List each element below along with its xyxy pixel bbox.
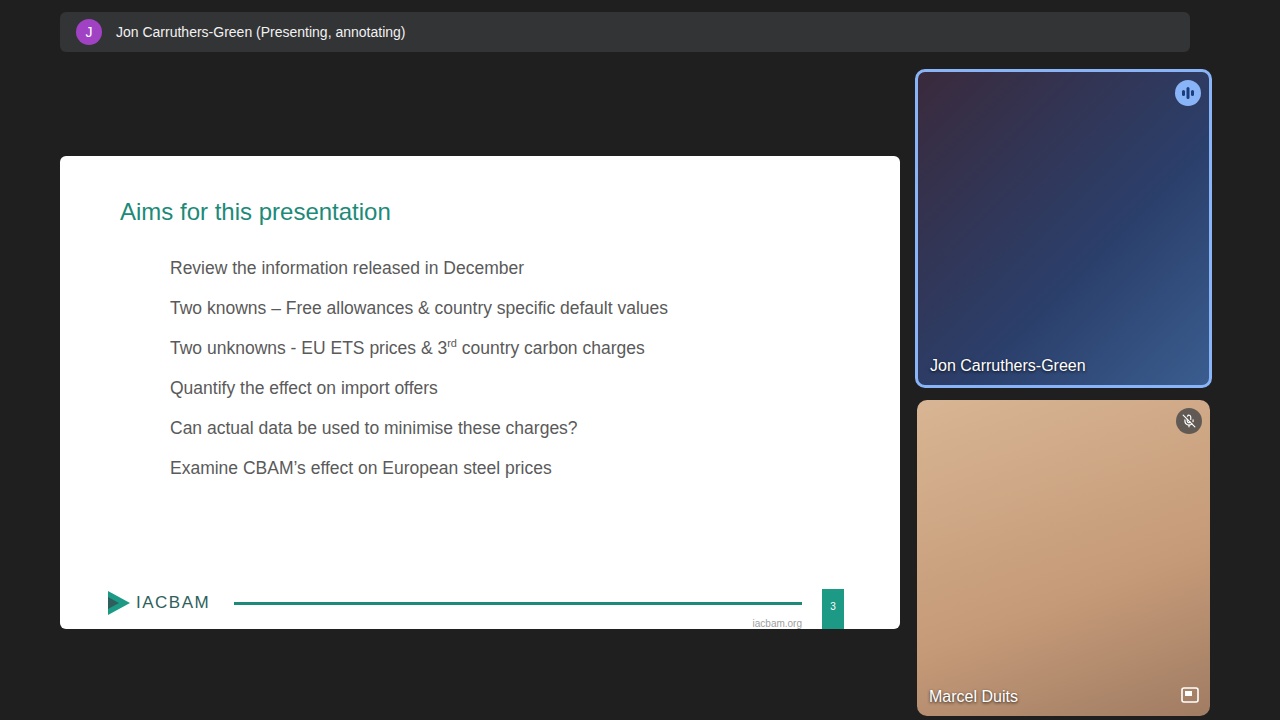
meeting-window: J Jon Carruthers-Green (Presenting, annot… [0,0,1280,720]
logo-text: IACBAM [136,593,210,613]
presenter-label: Jon Carruthers-Green (Presenting, annota… [116,24,405,40]
bullet-item: Two knowns – Free allowances & country s… [170,288,900,328]
presentation-area: Aims for this presentation Review the inf… [60,69,900,716]
participant-tiles: Jon Carruthers-Green Marcel Duits [915,69,1212,716]
bullet-item: Review the information released in Decem… [170,248,900,288]
bullet-item: Examine CBAM’s effect on European steel … [170,448,900,488]
slide-title: Aims for this presentation [120,198,900,226]
participant-tile[interactable]: Jon Carruthers-Green [915,69,1212,388]
presenter-bar: J Jon Carruthers-Green (Presenting, annot… [60,12,1190,52]
mic-off-icon [1176,408,1202,434]
participant-name: Jon Carruthers-Green [930,357,1086,375]
presenter-avatar: J [76,19,102,45]
page-number: 3 [822,589,844,629]
logo-icon [108,591,130,615]
footer-rule: iacbam.org [234,585,802,629]
slide: Aims for this presentation Review the inf… [60,156,900,629]
participant-tile[interactable]: Marcel Duits [917,400,1210,716]
slide-footer: IACBAM iacbam.org 3 [60,585,900,629]
bullet-list: Review the information released in Decem… [170,248,900,488]
logo: IACBAM [108,591,210,615]
bullet-item: Quantify the effect on import offers [170,368,900,408]
main-area: Aims for this presentation Review the inf… [60,69,1280,716]
bullet-item: Two unknowns - EU ETS prices & 3rd count… [170,328,900,368]
footer-url: iacbam.org [753,618,802,629]
picture-in-picture-icon[interactable] [1180,686,1200,704]
participant-name: Marcel Duits [929,688,1018,706]
speaking-icon [1175,80,1201,106]
bullet-item: Can actual data be used to minimise thes… [170,408,900,448]
